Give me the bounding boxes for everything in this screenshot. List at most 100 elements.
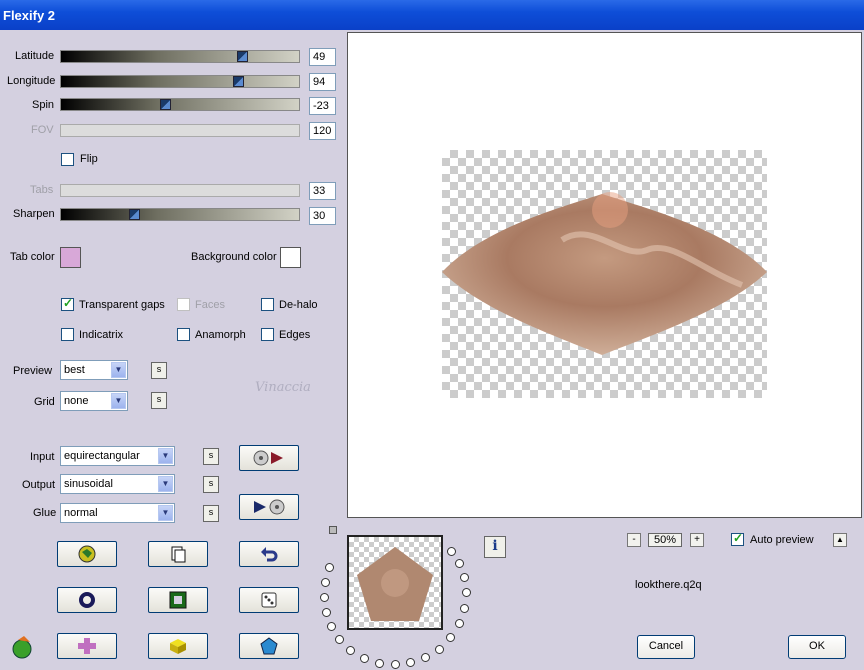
gem-button[interactable] <box>239 633 299 659</box>
nav-dot[interactable] <box>446 633 455 642</box>
glue-select[interactable]: normal ▼ <box>60 503 175 523</box>
tabs-slider <box>60 184 300 197</box>
undo-button[interactable] <box>239 541 299 567</box>
info-button[interactable]: i <box>484 536 506 558</box>
plus-shape-button[interactable] <box>57 633 117 659</box>
latitude-slider[interactable] <box>60 50 300 63</box>
cube-button[interactable] <box>148 633 208 659</box>
nav-dot[interactable] <box>327 622 336 631</box>
nav-dot[interactable] <box>421 653 430 662</box>
longitude-slider[interactable] <box>60 75 300 88</box>
frame-icon <box>169 591 187 609</box>
pentagon-gem-icon <box>260 637 278 655</box>
sharpen-input[interactable]: 30 <box>309 207 336 225</box>
spin-slider[interactable] <box>60 98 300 111</box>
randomize-button[interactable] <box>57 541 117 567</box>
background-color-swatch[interactable] <box>280 247 301 268</box>
preview-save-button[interactable]: s <box>151 362 167 379</box>
de-halo-checkbox[interactable] <box>261 298 274 311</box>
nav-dot[interactable] <box>325 563 334 572</box>
output-select[interactable]: sinusoidal ▼ <box>60 474 175 494</box>
glue-save-button[interactable]: s <box>203 505 219 522</box>
anamorph-label: Anamorph <box>195 329 246 341</box>
spin-label: Spin <box>32 99 55 111</box>
nav-dot[interactable] <box>346 646 355 655</box>
auto-preview-label: Auto preview <box>750 534 814 546</box>
random-dice-button[interactable] <box>239 587 299 613</box>
copy-button[interactable] <box>148 541 208 567</box>
title-bar: Flexify 2 <box>0 0 864 30</box>
preview-select[interactable]: best ▼ <box>60 360 128 380</box>
nav-dot[interactable] <box>322 608 331 617</box>
background-color-label: Background color <box>191 251 277 263</box>
grid-save-button[interactable]: s <box>151 392 167 409</box>
nav-dot[interactable] <box>462 588 471 597</box>
ring-button[interactable] <box>57 587 117 613</box>
nav-dot[interactable] <box>391 660 400 669</box>
chevron-down-icon: ▼ <box>158 448 173 464</box>
output-label: Output <box>22 479 56 491</box>
window-title: Flexify 2 <box>3 8 56 23</box>
chevron-down-icon: ▼ <box>111 362 126 378</box>
output-select-value: sinusoidal <box>64 478 113 490</box>
yellow-cube-icon <box>170 639 186 654</box>
auto-preview-toggle[interactable]: ▲ <box>833 533 847 547</box>
nav-dot[interactable] <box>321 578 330 587</box>
zoom-in-button[interactable]: + <box>690 533 704 547</box>
spin-input[interactable]: -23 <box>309 97 336 115</box>
flip-label: Flip <box>80 153 98 165</box>
cancel-button[interactable]: Cancel <box>637 635 695 659</box>
preview-select-value: best <box>64 364 85 376</box>
nav-dot[interactable] <box>435 645 444 654</box>
nav-dot[interactable] <box>360 654 369 663</box>
nav-dot[interactable] <box>320 593 329 602</box>
nav-dot[interactable] <box>375 659 384 668</box>
fov-input[interactable]: 120 <box>309 122 336 140</box>
indicatrix-label: Indicatrix <box>79 329 124 341</box>
navigator-handle[interactable] <box>329 526 337 534</box>
load-input-button[interactable] <box>239 445 299 471</box>
faces-label: Faces <box>195 299 225 311</box>
edges-checkbox[interactable] <box>261 328 274 341</box>
transparent-gaps-checkbox[interactable]: ✓ <box>61 296 74 311</box>
nav-dot[interactable] <box>455 619 464 628</box>
glue-label: Glue <box>33 507 57 519</box>
input-save-button[interactable]: s <box>203 448 219 465</box>
nav-dot[interactable] <box>460 604 469 613</box>
longitude-label: Longitude <box>7 75 56 87</box>
zoom-out-button[interactable]: - <box>627 533 641 547</box>
ok-button[interactable]: OK <box>788 635 846 659</box>
save-output-button[interactable] <box>239 494 299 520</box>
grid-select-value: none <box>64 395 89 407</box>
longitude-thumb[interactable] <box>233 76 244 87</box>
de-halo-label: De-halo <box>279 299 318 311</box>
plugin-logo-icon <box>10 634 36 663</box>
sharpen-thumb[interactable] <box>129 209 140 220</box>
fov-label: FOV <box>31 124 54 136</box>
indicatrix-checkbox[interactable] <box>61 328 74 341</box>
nav-dot[interactable] <box>447 547 456 556</box>
transparent-gaps-label: Transparent gaps <box>79 299 165 311</box>
sharpen-slider[interactable] <box>60 208 300 221</box>
navigator-thumbnail[interactable] <box>347 535 443 630</box>
output-save-button[interactable]: s <box>203 476 219 493</box>
anamorph-checkbox[interactable] <box>177 328 190 341</box>
nav-dot[interactable] <box>335 635 344 644</box>
nav-dot[interactable] <box>455 559 464 568</box>
nav-dot[interactable] <box>460 573 469 582</box>
flip-checkbox[interactable] <box>61 153 74 166</box>
edges-label: Edges <box>279 329 311 341</box>
latitude-thumb[interactable] <box>237 51 248 62</box>
frame-button[interactable] <box>148 587 208 613</box>
chevron-down-icon: ▼ <box>158 476 173 492</box>
tabs-input[interactable]: 33 <box>309 182 336 200</box>
check-icon: ✓ <box>63 296 74 310</box>
nav-dot[interactable] <box>406 658 415 667</box>
grid-select[interactable]: none ▼ <box>60 391 128 411</box>
tab-color-swatch[interactable] <box>60 247 81 268</box>
spin-thumb[interactable] <box>160 99 171 110</box>
input-select[interactable]: equirectangular ▼ <box>60 446 175 466</box>
auto-preview-checkbox[interactable]: ✓ <box>731 531 744 546</box>
latitude-input[interactable]: 49 <box>309 48 336 66</box>
longitude-input[interactable]: 94 <box>309 73 336 91</box>
